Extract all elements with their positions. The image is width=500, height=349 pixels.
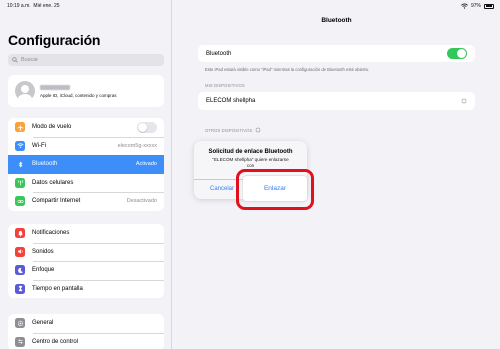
sidebar-item-label: Wi-Fi	[32, 142, 46, 149]
loading-spinner-icon	[255, 127, 262, 133]
dialog-message: "ELECOM shellpha" quiere enlazarse con	[212, 157, 289, 168]
settings-sidebar: 10:19 a.m. Mié ene. 25 Configuración Bus…	[0, 0, 172, 349]
status-bar-right: 97%	[461, 3, 494, 9]
page-title: Bluetooth	[321, 17, 352, 24]
sidebar-item-label: Tiempo en pantalla	[32, 285, 83, 292]
sidebar-item-screen-time[interactable]: Tiempo en pantalla	[8, 279, 164, 299]
apple-id-profile[interactable]: Apple ID, iCloud, contenido y compras	[8, 75, 164, 107]
notifications-group: Notificaciones Sonidos Enfoque Tiempo en…	[8, 224, 164, 298]
control-center-icon	[15, 336, 25, 347]
battery-percent: 97%	[470, 3, 481, 9]
sidebar-item-airplane-mode[interactable]: Modo de vuelo	[8, 118, 164, 137]
avatar	[15, 81, 35, 101]
sidebar-item-notifications[interactable]: Notificaciones	[8, 224, 164, 243]
antenna-icon	[15, 177, 25, 188]
link-icon	[15, 196, 25, 207]
sidebar-item-label: Sonidos	[32, 248, 54, 255]
bluetooth-toggle[interactable]	[447, 48, 467, 59]
bluetooth-row-label: Bluetooth	[206, 50, 232, 57]
airplane-icon	[15, 122, 25, 133]
my-devices-header: MIS DISPOSITIVOS	[205, 83, 245, 88]
status-time: 10:19 a.m. Mié ene. 25	[7, 3, 60, 9]
other-devices-header: OTROS DISPOSITIVOS	[205, 127, 262, 133]
bluetooth-toggle-row: Bluetooth	[198, 45, 475, 62]
search-field[interactable]: Buscar	[8, 54, 164, 66]
search-placeholder: Buscar	[21, 57, 39, 63]
profile-subtitle: Apple ID, iCloud, contenido y compras	[40, 92, 117, 98]
sidebar-item-bluetooth[interactable]: Bluetooth Activado	[8, 155, 164, 174]
sidebar-title: Configuración	[8, 32, 101, 48]
sidebar-item-label: Datos celulares	[32, 179, 74, 186]
sidebar-item-label: Notificaciones	[32, 230, 70, 237]
pair-button-highlight	[236, 169, 314, 210]
sidebar-item-control-center[interactable]: Centro de control	[8, 332, 164, 349]
dialog-title: Solicitud de enlace Bluetooth	[208, 149, 293, 155]
sidebar-item-label: Bluetooth	[32, 161, 58, 168]
sidebar-item-cellular-data[interactable]: Datos celulares	[8, 174, 164, 193]
moon-icon	[15, 265, 25, 276]
sidebar-item-label: Enfoque	[32, 267, 55, 274]
gear-icon	[15, 318, 25, 329]
visibility-note: Este iPad estará visible como "iPad" mie…	[205, 67, 370, 72]
sidebar-item-wifi[interactable]: Wi-Fi elecom5g-xxxxx	[8, 136, 164, 156]
sidebar-item-general[interactable]: General	[8, 314, 164, 333]
speaker-icon	[15, 246, 25, 257]
sidebar-item-sounds[interactable]: Sonidos	[8, 242, 164, 262]
sidebar-item-focus[interactable]: Enfoque	[8, 261, 164, 280]
loading-spinner-icon	[461, 98, 467, 104]
airplane-mode-toggle[interactable]	[137, 121, 157, 133]
profile-name-redacted	[40, 84, 70, 90]
sidebar-item-label: Modo de vuelo	[32, 124, 72, 131]
battery-icon	[484, 3, 494, 9]
wifi-icon	[15, 140, 25, 151]
device-row[interactable]: ELECOM shellpha	[198, 92, 475, 110]
sidebar-item-label: Centro de control	[32, 338, 79, 345]
bluetooth-icon	[15, 159, 25, 170]
device-name: ELECOM shellpha	[206, 98, 256, 104]
bell-icon	[15, 228, 25, 239]
wifi-network-value: elecom5g-xxxxx	[117, 142, 157, 149]
connectivity-group: Modo de vuelo Wi-Fi elecom5g-xxxxx Bluet…	[8, 118, 164, 211]
sidebar-item-label: Compartir Internet	[32, 198, 81, 205]
hotspot-status-value: Desactivado	[126, 198, 157, 205]
general-group: General Centro de control	[8, 314, 164, 349]
bluetooth-status-value: Activado	[135, 161, 157, 168]
wifi-status-icon	[461, 3, 468, 9]
hourglass-icon	[15, 283, 25, 294]
search-icon	[12, 57, 18, 63]
sidebar-item-label: General	[32, 320, 54, 327]
sidebar-item-personal-hotspot[interactable]: Compartir Internet Desactivado	[8, 192, 164, 211]
